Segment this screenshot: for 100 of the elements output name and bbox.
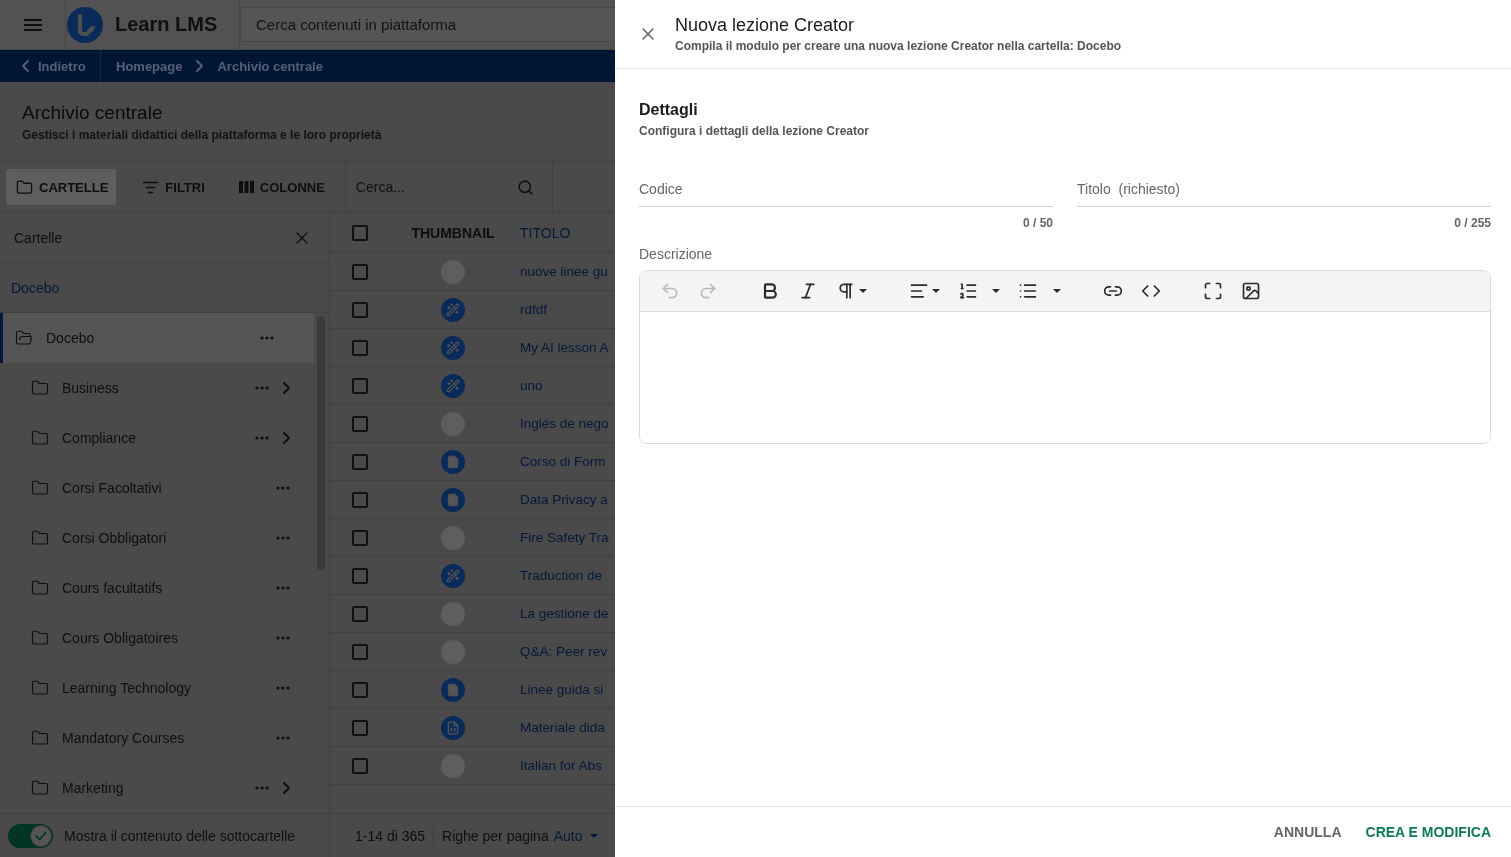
document-icon xyxy=(441,449,465,474)
image-icon xyxy=(1241,281,1261,301)
row-checkbox[interactable] xyxy=(352,567,368,584)
toggle-switch[interactable] xyxy=(8,823,53,848)
logo-icon xyxy=(67,6,103,43)
filters-button[interactable]: FILTRI xyxy=(132,169,213,205)
text-field[interactable]: Codice xyxy=(639,171,1053,207)
lesson-title-link[interactable]: Corso di Form xyxy=(520,454,606,469)
document-icon xyxy=(441,487,465,512)
row-checkbox[interactable] xyxy=(352,605,368,622)
folders-button[interactable]: CARTELLE xyxy=(6,169,117,205)
more-icon[interactable] xyxy=(276,536,290,540)
folder-path-link[interactable]: Docebo xyxy=(11,279,60,296)
lesson-title-link[interactable]: rdfdf xyxy=(520,302,547,317)
magic-wand-icon xyxy=(441,373,465,398)
magic-wand-icon xyxy=(441,335,465,360)
chevron-right-icon[interactable] xyxy=(283,432,290,444)
lesson-title-link[interactable]: Fire Safety Tra xyxy=(520,530,609,545)
column-header[interactable]: TITOLO xyxy=(520,224,571,241)
magic-wand-icon xyxy=(441,563,465,588)
lesson-title-link[interactable]: Italian for Abs xyxy=(520,758,602,773)
folder-tree-item[interactable]: Compliance xyxy=(0,413,314,463)
bullet-list-icon xyxy=(1018,281,1038,301)
search-icon xyxy=(516,178,534,196)
text-field[interactable]: Titolo (richiesto) xyxy=(1077,171,1491,207)
lesson-title-link[interactable]: Data Privacy a xyxy=(520,492,608,507)
more-icon[interactable] xyxy=(255,436,269,440)
row-checkbox[interactable] xyxy=(352,453,368,470)
lesson-title-link[interactable]: Linee guida si xyxy=(520,682,604,697)
row-checkbox[interactable] xyxy=(352,377,368,394)
folder-tree-item[interactable]: Docebo xyxy=(0,313,314,363)
chevron-right-icon xyxy=(196,60,204,72)
row-checkbox[interactable] xyxy=(352,643,368,660)
column-header[interactable]: THUMBNAIL xyxy=(411,224,495,241)
row-checkbox[interactable] xyxy=(352,529,368,546)
lesson-title-link[interactable]: Inglés de nego xyxy=(520,416,609,431)
search-field[interactable]: Cerca... xyxy=(355,179,509,195)
brand-name: Learn LMS xyxy=(115,13,218,36)
breadcrumb-current: Archivio centrale xyxy=(217,58,323,74)
more-icon[interactable] xyxy=(260,336,274,340)
more-icon[interactable] xyxy=(276,686,290,690)
close-icon xyxy=(296,231,308,244)
lesson-title-link[interactable]: Materiale dida xyxy=(520,720,605,735)
row-checkbox[interactable] xyxy=(352,719,368,736)
page-subtitle: Gestisci i materiali didattici della piattaforma e le loro proprietà xyxy=(22,127,383,142)
lesson-title-link[interactable]: My AI lesson A xyxy=(520,340,609,355)
lesson-title-link[interactable]: Q&A: Peer rev xyxy=(520,644,608,659)
chevron-right-icon[interactable] xyxy=(283,782,290,794)
drawer-title: Nuova lezione Creator xyxy=(675,15,856,36)
lesson-title-link[interactable]: nuove linee gu xyxy=(520,264,608,279)
more-icon[interactable] xyxy=(276,586,290,590)
character-counter: 0 / 255 xyxy=(1454,216,1491,230)
row-checkbox[interactable] xyxy=(352,339,368,356)
character-counter: 0 / 50 xyxy=(1022,216,1053,230)
numbered-list-icon xyxy=(958,281,978,301)
row-checkbox[interactable] xyxy=(352,415,368,432)
breadcrumb-link[interactable]: Homepage xyxy=(116,58,183,74)
pagination-range: 1-14 di 365 xyxy=(355,827,426,844)
more-icon[interactable] xyxy=(276,486,290,490)
caret-icon xyxy=(932,289,940,293)
chevron-right-icon[interactable] xyxy=(283,382,290,394)
row-checkbox[interactable] xyxy=(352,757,368,774)
rows-per-page-select[interactable]: Auto xyxy=(553,827,598,844)
back-link[interactable]: Indietro xyxy=(0,50,101,82)
folder-tree-item[interactable]: Cours Obligatoires xyxy=(0,613,314,663)
menu-icon xyxy=(23,18,42,31)
search-field[interactable]: Cerca contenuti in piattaforma xyxy=(240,7,615,42)
row-checkbox[interactable] xyxy=(352,301,368,318)
select-all-checkbox[interactable] xyxy=(352,224,368,241)
undo-icon xyxy=(660,281,680,301)
row-checkbox[interactable] xyxy=(352,263,368,280)
lesson-title-link[interactable]: uno xyxy=(520,378,543,393)
row-checkbox[interactable] xyxy=(352,491,368,508)
more-icon[interactable] xyxy=(255,786,269,790)
folder-icon xyxy=(16,178,33,196)
rows-per-page-label: Righe per pagina xyxy=(442,827,549,844)
folder-tree-item[interactable]: Learning Technology xyxy=(0,663,314,713)
lesson-title-link[interactable]: Traduction de xyxy=(520,568,603,583)
folder-tree-item[interactable]: Marketing xyxy=(0,763,314,813)
more-icon[interactable] xyxy=(255,386,269,390)
more-icon[interactable] xyxy=(276,736,290,740)
folder-tree-item[interactable]: Business xyxy=(0,363,314,413)
folder-tree-item[interactable]: Corsi Obbligatori xyxy=(0,513,314,563)
folder-tree-item[interactable]: Corsi Facoltativi xyxy=(0,463,314,513)
caret-icon xyxy=(589,833,598,838)
lesson-title-link[interactable]: La gestione de xyxy=(520,606,609,621)
panel-title: Cartelle xyxy=(14,229,63,246)
folder-tree-item[interactable]: Cours facultatifs xyxy=(0,563,314,613)
fullscreen-icon xyxy=(1203,281,1223,301)
more-icon[interactable] xyxy=(276,636,290,640)
italic-icon xyxy=(798,281,818,301)
redo-icon xyxy=(698,281,718,301)
page-title: Archivio centrale xyxy=(22,101,164,124)
row-checkbox[interactable] xyxy=(352,681,368,698)
folder-tree-item[interactable]: Mandatory Courses xyxy=(0,713,314,763)
columns-button[interactable]: COLONNE xyxy=(228,169,333,205)
cancel-button[interactable]: ANNULLA xyxy=(1273,824,1342,840)
create-and-edit-button[interactable]: CREA E MODIFICA xyxy=(1365,824,1491,840)
drawer-subtitle: Compila il modulo per creare una nuova lezione Creator nella cartella: Docebo xyxy=(675,39,1122,53)
close-button[interactable] xyxy=(642,28,654,40)
